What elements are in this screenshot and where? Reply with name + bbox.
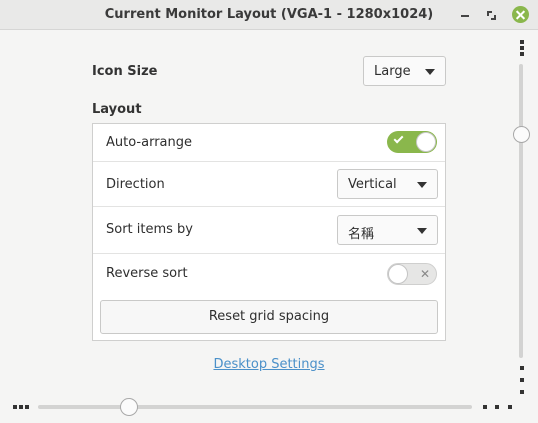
sort-dropdown[interactable]: 名稱	[337, 215, 438, 245]
direction-row: Direction Vertical	[93, 162, 445, 207]
icon-size-value: Large	[374, 64, 411, 79]
maximize-icon[interactable]	[483, 7, 499, 23]
horizontal-slider-track[interactable]	[38, 405, 472, 409]
auto-arrange-switch[interactable]	[387, 131, 437, 153]
chevron-down-icon	[417, 228, 427, 234]
titlebar[interactable]: Current Monitor Layout (VGA-1 - 1280x102…	[0, 0, 538, 30]
close-icon[interactable]	[512, 6, 529, 23]
switch-knob	[388, 264, 408, 284]
reverse-sort-switch[interactable]: ✕	[387, 263, 437, 285]
vertical-slider-track[interactable]	[519, 64, 523, 358]
reset-grid-spacing-button[interactable]: Reset grid spacing	[100, 300, 438, 334]
direction-dropdown[interactable]: Vertical	[337, 169, 438, 199]
layout-heading: Layout	[92, 102, 142, 117]
direction-label: Direction	[106, 177, 165, 192]
reverse-sort-row: Reverse sort ✕	[93, 254, 445, 294]
layout-frame: Auto-arrange Direction Vertical Sort ite…	[92, 123, 446, 341]
chevron-down-icon	[417, 182, 427, 188]
icon-size-label: Icon Size	[92, 64, 158, 79]
minimize-icon[interactable]	[457, 7, 473, 23]
switch-knob	[416, 132, 436, 152]
auto-arrange-row: Auto-arrange	[93, 124, 445, 162]
window: Current Monitor Layout (VGA-1 - 1280x102…	[0, 0, 538, 423]
auto-arrange-label: Auto-arrange	[106, 135, 192, 150]
x-icon: ✕	[419, 267, 430, 281]
sort-value: 名稱	[348, 227, 375, 242]
chevron-down-icon	[425, 69, 435, 75]
desktop-settings-link[interactable]: Desktop Settings	[0, 357, 538, 372]
sort-label: Sort items by	[106, 222, 194, 237]
vertical-slider-handle[interactable]	[513, 126, 530, 143]
direction-value: Vertical	[348, 177, 397, 192]
icon-size-dropdown[interactable]: Large	[363, 56, 446, 86]
check-icon	[393, 133, 404, 144]
sort-row: Sort items by 名稱	[93, 207, 445, 254]
horizontal-slider-handle[interactable]	[120, 398, 138, 416]
reverse-sort-label: Reverse sort	[106, 266, 188, 281]
